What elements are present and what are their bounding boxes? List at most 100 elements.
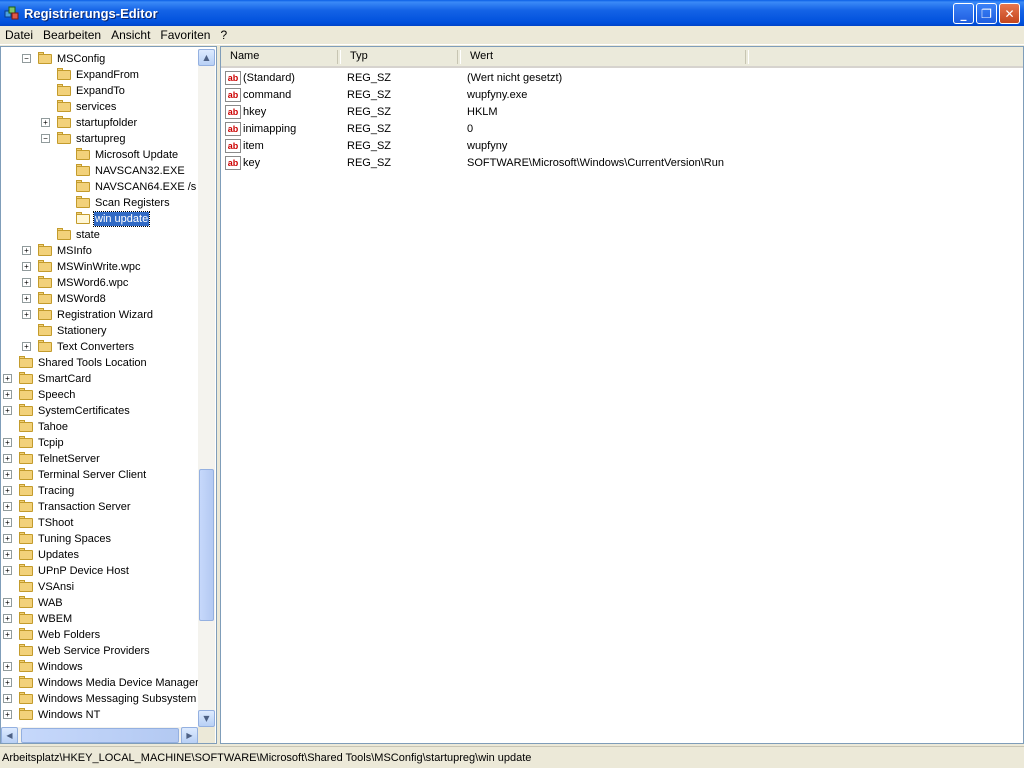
expand-icon[interactable]: + (3, 438, 12, 447)
tree-node-label[interactable]: NAVSCAN64.EXE /s (94, 180, 197, 194)
expand-icon[interactable]: + (3, 454, 12, 463)
tree-node-label[interactable]: NAVSCAN32.EXE (94, 164, 186, 178)
tree-node[interactable]: Tahoe (1, 419, 198, 435)
collapse-icon[interactable]: − (22, 54, 31, 63)
tree-node-label[interactable]: Transaction Server (37, 500, 132, 514)
expand-icon[interactable]: + (3, 662, 12, 671)
tree-node[interactable]: ExpandTo (1, 83, 198, 99)
maximize-button[interactable]: ❐ (976, 3, 997, 24)
tree-node-label[interactable]: Windows Messaging Subsystem (37, 692, 197, 706)
registry-tree[interactable]: − MSConfig ExpandFrom ExpandTo services + star… (0, 46, 217, 744)
tree-node-label[interactable]: Speech (37, 388, 76, 402)
expand-icon[interactable]: + (3, 630, 12, 639)
expand-icon[interactable]: + (3, 518, 12, 527)
tree-node[interactable]: + MSWord6.wpc (1, 275, 198, 291)
tree-node[interactable]: + startupfolder (1, 115, 198, 131)
tree-node[interactable]: Web Service Providers (1, 643, 198, 659)
menu-help[interactable]: ? (215, 28, 232, 42)
tree-node-label[interactable]: Windows (37, 660, 84, 674)
expand-icon[interactable]: + (22, 342, 31, 351)
list-item[interactable]: ab hkey REG_SZ HKLM (225, 103, 498, 120)
expand-icon[interactable]: + (3, 486, 12, 495)
expand-icon[interactable]: + (3, 406, 12, 415)
tree-node[interactable]: + SystemCertificates (1, 403, 198, 419)
menu-file[interactable]: Datei (0, 28, 38, 42)
column-header-value[interactable]: Wert (461, 47, 749, 66)
tree-node-label[interactable]: WAB (37, 596, 64, 610)
expand-icon[interactable]: + (3, 598, 12, 607)
scroll-left-button[interactable]: ◀ (1, 727, 18, 743)
tree-node[interactable]: + Terminal Server Client (1, 467, 198, 483)
expand-icon[interactable]: + (22, 262, 31, 271)
tree-node[interactable]: + Tracing (1, 483, 198, 499)
tree-node[interactable]: ExpandFrom (1, 67, 198, 83)
tree-node[interactable]: − startupreg (1, 131, 198, 147)
expand-icon[interactable]: + (3, 374, 12, 383)
tree-node-label[interactable]: Microsoft Update (94, 148, 179, 162)
tree-node-label[interactable]: SmartCard (37, 372, 92, 386)
tree-node-label[interactable]: TShoot (37, 516, 74, 530)
tree-node[interactable]: + MSWord8 (1, 291, 198, 307)
scroll-down-button[interactable]: ▼ (198, 710, 215, 727)
tree-node[interactable]: Stationery (1, 323, 198, 339)
tree-node[interactable]: − MSConfig (1, 51, 198, 67)
tree-node[interactable]: + TShoot (1, 515, 198, 531)
expand-icon[interactable]: + (22, 310, 31, 319)
tree-node-label[interactable]: Web Folders (37, 628, 101, 642)
expand-icon[interactable]: + (3, 470, 12, 479)
tree-view[interactable]: − MSConfig ExpandFrom ExpandTo services + star… (1, 49, 198, 727)
tree-node-label[interactable]: Text Converters (56, 340, 135, 354)
expand-icon[interactable]: + (41, 118, 50, 127)
tree-node[interactable]: + Text Converters (1, 339, 198, 355)
tree-node[interactable]: win update (1, 211, 198, 227)
list-item[interactable]: ab item REG_SZ wupfyny (225, 137, 507, 154)
tree-node-label[interactable]: win update (92, 211, 151, 227)
menu-edit[interactable]: Bearbeiten (38, 28, 106, 42)
tree-node-label[interactable]: services (75, 100, 117, 114)
tree-node-label[interactable]: Shared Tools Location (37, 356, 148, 370)
tree-node-label[interactable]: startupreg (75, 132, 127, 146)
scroll-thumb[interactable] (199, 469, 214, 621)
tree-node-label[interactable]: MSConfig (56, 52, 106, 66)
tree-node-label[interactable]: MSInfo (56, 244, 93, 258)
tree-node[interactable]: + Tcpip (1, 435, 198, 451)
tree-node[interactable]: + Tuning Spaces (1, 531, 198, 547)
close-button[interactable]: ✕ (999, 3, 1020, 24)
scroll-right-button[interactable]: ▶ (181, 727, 198, 743)
tree-node[interactable]: + MSWinWrite.wpc (1, 259, 198, 275)
expand-icon[interactable]: + (22, 278, 31, 287)
expand-icon[interactable]: + (3, 502, 12, 511)
tree-node-label[interactable]: startupfolder (75, 116, 138, 130)
tree-node[interactable]: + Windows NT (1, 707, 198, 723)
tree-node[interactable]: Microsoft Update (1, 147, 198, 163)
tree-node-label[interactable]: VSAnsi (37, 580, 75, 594)
expand-icon[interactable]: + (3, 694, 12, 703)
menu-view[interactable]: Ansicht (106, 28, 155, 42)
tree-node-label[interactable]: SystemCertificates (37, 404, 131, 418)
expand-icon[interactable]: + (22, 246, 31, 255)
tree-node-label[interactable]: state (75, 228, 101, 242)
expand-icon[interactable]: + (3, 614, 12, 623)
tree-node-label[interactable]: Updates (37, 548, 80, 562)
tree-node-label[interactable]: Registration Wizard (56, 308, 154, 322)
tree-node[interactable]: + Web Folders (1, 627, 198, 643)
expand-icon[interactable]: + (3, 566, 12, 575)
tree-node[interactable]: + UPnP Device Host (1, 563, 198, 579)
expand-icon[interactable]: + (3, 390, 12, 399)
list-item[interactable]: ab inimapping REG_SZ 0 (225, 120, 473, 137)
tree-node-label[interactable]: Tahoe (37, 420, 69, 434)
tree-node-label[interactable]: MSWord6.wpc (56, 276, 129, 290)
menu-favorites[interactable]: Favoriten (155, 28, 215, 42)
tree-node[interactable]: + TelnetServer (1, 451, 198, 467)
expand-icon[interactable]: + (22, 294, 31, 303)
tree-node-label[interactable]: MSWinWrite.wpc (56, 260, 142, 274)
column-header-name[interactable]: Name (221, 47, 341, 66)
tree-node[interactable]: + Registration Wizard (1, 307, 198, 323)
horizontal-scroll-thumb[interactable] (21, 728, 179, 743)
value-list[interactable]: Name Typ Wert ab (Standard) REG_SZ (Wert ni… (220, 46, 1024, 744)
list-item[interactable]: ab command REG_SZ wupfyny.exe (225, 86, 527, 103)
title-bar[interactable]: Registrierungs-Editor _ ❐ ✕ (0, 0, 1024, 26)
collapse-icon[interactable]: − (41, 134, 50, 143)
tree-node[interactable]: NAVSCAN64.EXE /s (1, 179, 198, 195)
tree-node[interactable]: Scan Registers (1, 195, 198, 211)
